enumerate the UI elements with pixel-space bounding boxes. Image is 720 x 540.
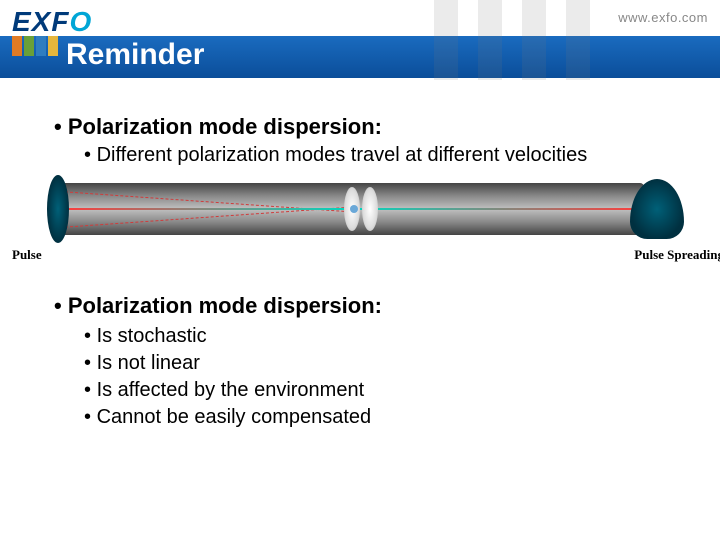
input-pulse-icon	[47, 175, 69, 243]
company-logo: EXFO	[12, 6, 92, 38]
label-output-pulse: Pulse Spreading	[634, 247, 720, 263]
site-url: www.exfo.com	[618, 10, 708, 25]
mode-node-2	[362, 187, 378, 231]
mode-dot	[350, 205, 358, 213]
section1-sub: Different polarization modes travel at d…	[84, 144, 680, 167]
logo-text-accent: O	[69, 6, 92, 37]
decorative-bars-right	[434, 0, 590, 80]
label-input-pulse: Pulse	[12, 247, 42, 263]
decorative-bars-left	[12, 36, 58, 56]
section2-heading: Polarization mode dispersion:	[54, 293, 680, 319]
slide-content: Polarization mode dispersion: Different …	[0, 78, 720, 431]
list-item: Is stochastic	[84, 323, 680, 350]
section1-heading: Polarization mode dispersion:	[54, 114, 680, 140]
list-item: Cannot be easily compensated	[84, 404, 680, 431]
slide-header: EXFO www.exfo.com Reminder	[0, 0, 720, 78]
slide-title: Reminder	[66, 38, 204, 72]
logo-text-main: EXF	[12, 6, 69, 37]
pmd-diagram: Pulse Pulse Spreading	[14, 173, 714, 263]
section2-list: Is stochastic Is not linear Is affected …	[84, 323, 680, 431]
list-item: Is not linear	[84, 350, 680, 377]
list-item: Is affected by the environment	[84, 377, 680, 404]
